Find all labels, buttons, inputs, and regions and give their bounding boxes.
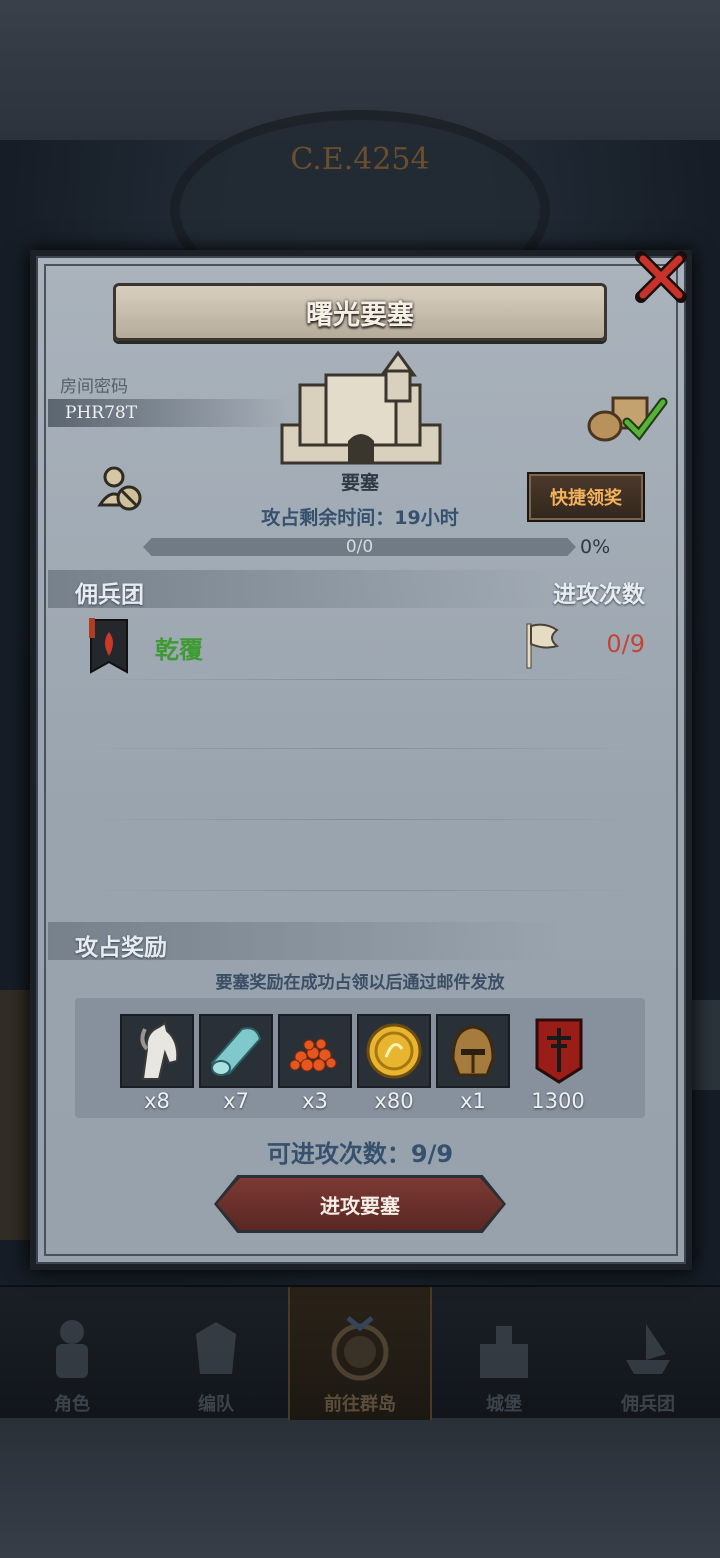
reward-item[interactable] bbox=[278, 1014, 352, 1088]
progress-percent: 0% bbox=[580, 536, 611, 558]
castle-icon bbox=[480, 1326, 528, 1378]
row-divider bbox=[75, 748, 645, 749]
bottom-nav: 角色 编队 前往群岛 城堡 佣兵团 bbox=[0, 1285, 720, 1420]
nav-item-castle[interactable]: 城堡 bbox=[432, 1287, 576, 1420]
attack-count-header: 进攻次数 bbox=[553, 582, 645, 608]
title-banner: 曙光要塞 bbox=[113, 283, 607, 341]
guild-attack-count: 0/9 bbox=[606, 630, 645, 658]
era-label: C.E.4254 bbox=[290, 142, 430, 177]
nav-item-guild[interactable]: 佣兵团 bbox=[576, 1287, 720, 1420]
armor-icon bbox=[196, 1322, 236, 1374]
attempts-left: 可进攻次数：9/9 bbox=[266, 1140, 454, 1168]
ship-icon bbox=[626, 1324, 670, 1374]
cloth-icon bbox=[210, 1027, 262, 1076]
bottom-letterbox bbox=[0, 1418, 720, 1558]
knight-icon bbox=[56, 1320, 88, 1378]
guild-emblem-icon bbox=[535, 1018, 583, 1084]
fortress-icon bbox=[280, 350, 442, 465]
nav-label: 角色 bbox=[54, 1394, 90, 1415]
reward-quantity: x8 bbox=[144, 1089, 170, 1113]
background-right-edge bbox=[690, 1000, 720, 1090]
reward-quantity: 1300 bbox=[531, 1089, 585, 1113]
guild-row[interactable]: 乾覆 0/9 bbox=[75, 612, 650, 678]
close-button[interactable] bbox=[630, 246, 692, 308]
nav-label: 编队 bbox=[198, 1394, 234, 1415]
attack-fortress-label: 进攻要塞 bbox=[320, 1193, 400, 1218]
supply-check-icon[interactable] bbox=[583, 388, 669, 444]
remaining-time: 攻占剩余时间：19小时 bbox=[261, 507, 459, 529]
row-divider bbox=[75, 679, 645, 680]
reward-quantity: x3 bbox=[302, 1089, 328, 1113]
caviar-icon bbox=[289, 1038, 337, 1072]
reward-item[interactable] bbox=[357, 1014, 431, 1088]
reward-quantity: x7 bbox=[223, 1089, 249, 1113]
reward-item[interactable] bbox=[522, 1014, 596, 1088]
reward-section-title: 攻占奖励 bbox=[75, 935, 167, 961]
nav-item-character[interactable]: 角色 bbox=[0, 1287, 144, 1420]
compass-icon bbox=[331, 1316, 389, 1381]
close-icon bbox=[635, 251, 687, 303]
gold-coin-icon bbox=[366, 1023, 422, 1079]
attack-fortress-button[interactable]: 进攻要塞 bbox=[217, 1178, 503, 1230]
reward-quantity: x80 bbox=[374, 1089, 414, 1113]
guild-name: 乾覆 bbox=[155, 636, 203, 664]
progress-value: 0/0 bbox=[345, 537, 374, 557]
guild-section-title: 佣兵团 bbox=[75, 582, 144, 608]
helmet-icon bbox=[451, 1025, 495, 1077]
room-code-label: 房间密码 bbox=[60, 377, 128, 397]
room-code: PHR78T bbox=[65, 403, 138, 423]
row-divider bbox=[75, 890, 645, 891]
reward-item[interactable] bbox=[120, 1014, 194, 1088]
background-left-edge bbox=[0, 990, 32, 1240]
dialog-title: 曙光要塞 bbox=[306, 299, 414, 331]
reward-item[interactable] bbox=[436, 1014, 510, 1088]
horse-icon bbox=[140, 1021, 179, 1080]
reward-item[interactable] bbox=[199, 1014, 273, 1088]
nav-label: 前往群岛 bbox=[324, 1394, 396, 1415]
reward-quantity: x1 bbox=[460, 1089, 486, 1113]
reward-note: 要塞奖励在成功占领以后通过邮件发放 bbox=[215, 973, 505, 993]
flag-icon bbox=[526, 623, 559, 669]
row-divider bbox=[75, 819, 645, 820]
nav-item-formation[interactable]: 编队 bbox=[144, 1287, 288, 1420]
guild-banner-icon bbox=[89, 618, 128, 674]
nav-label: 城堡 bbox=[486, 1394, 522, 1415]
nav-label: 佣兵团 bbox=[621, 1394, 675, 1415]
nav-item-islands[interactable]: 前往群岛 bbox=[288, 1287, 432, 1420]
